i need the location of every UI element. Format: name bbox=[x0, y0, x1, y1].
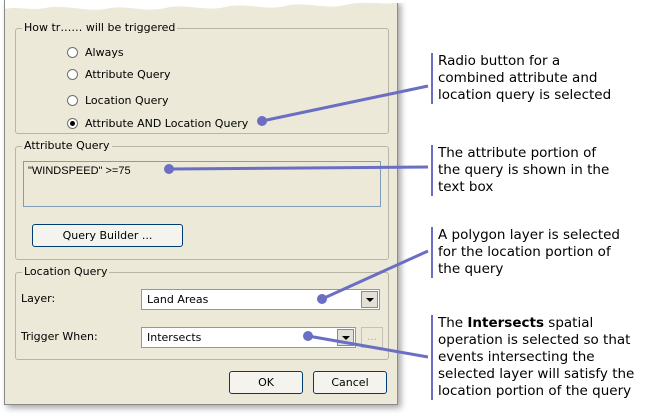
intersects-emphasis: Intersects bbox=[467, 315, 544, 331]
annotation-attribute-line-2: the query is shown in the bbox=[438, 162, 610, 178]
annotation-intersects-line-5: location portion of the query bbox=[438, 383, 632, 399]
annotation-intersects-line-3: events intersecting the bbox=[438, 349, 595, 365]
annotation-radio-line-2: combined attribute and bbox=[438, 70, 598, 86]
annotation-intersects: The Intersects spatial operation is sele… bbox=[431, 315, 634, 400]
annotation-layer: A polygon layer is selected for the loca… bbox=[431, 227, 620, 278]
callout-line-layer bbox=[321, 249, 429, 301]
annotation-attribute: The attribute portion of the query is sh… bbox=[431, 145, 609, 196]
callout-line-radio bbox=[261, 84, 429, 123]
annotation-intersects-line-4: selected layer will satisfy the bbox=[438, 366, 635, 382]
callout-dot-radio bbox=[257, 116, 267, 126]
annotation-radio: Radio button for a combined attribute an… bbox=[431, 53, 611, 104]
annotation-radio-line-1: Radio button for a bbox=[438, 53, 561, 69]
annotation-layer-line-3: the query bbox=[438, 261, 504, 277]
annotation-intersects-line-2: operation is selected so that bbox=[438, 332, 631, 348]
callout-dot-layer bbox=[317, 294, 327, 304]
callout-dot-attribute bbox=[164, 164, 174, 174]
annotation-radio-line-3: location query is selected bbox=[438, 87, 612, 103]
callout-line-intersects bbox=[307, 334, 429, 359]
annotation-layer-line-1: A polygon layer is selected bbox=[438, 227, 620, 243]
callout-line-attribute bbox=[168, 165, 429, 171]
annotation-layer-line-2: for the location portion of bbox=[438, 244, 611, 260]
annotation-intersects-line-1: The Intersects spatial bbox=[438, 315, 594, 331]
annotation-attribute-line-1: The attribute portion of bbox=[438, 145, 597, 161]
callout-dot-intersects bbox=[303, 331, 313, 341]
annotation-attribute-line-3: text box bbox=[438, 179, 494, 195]
